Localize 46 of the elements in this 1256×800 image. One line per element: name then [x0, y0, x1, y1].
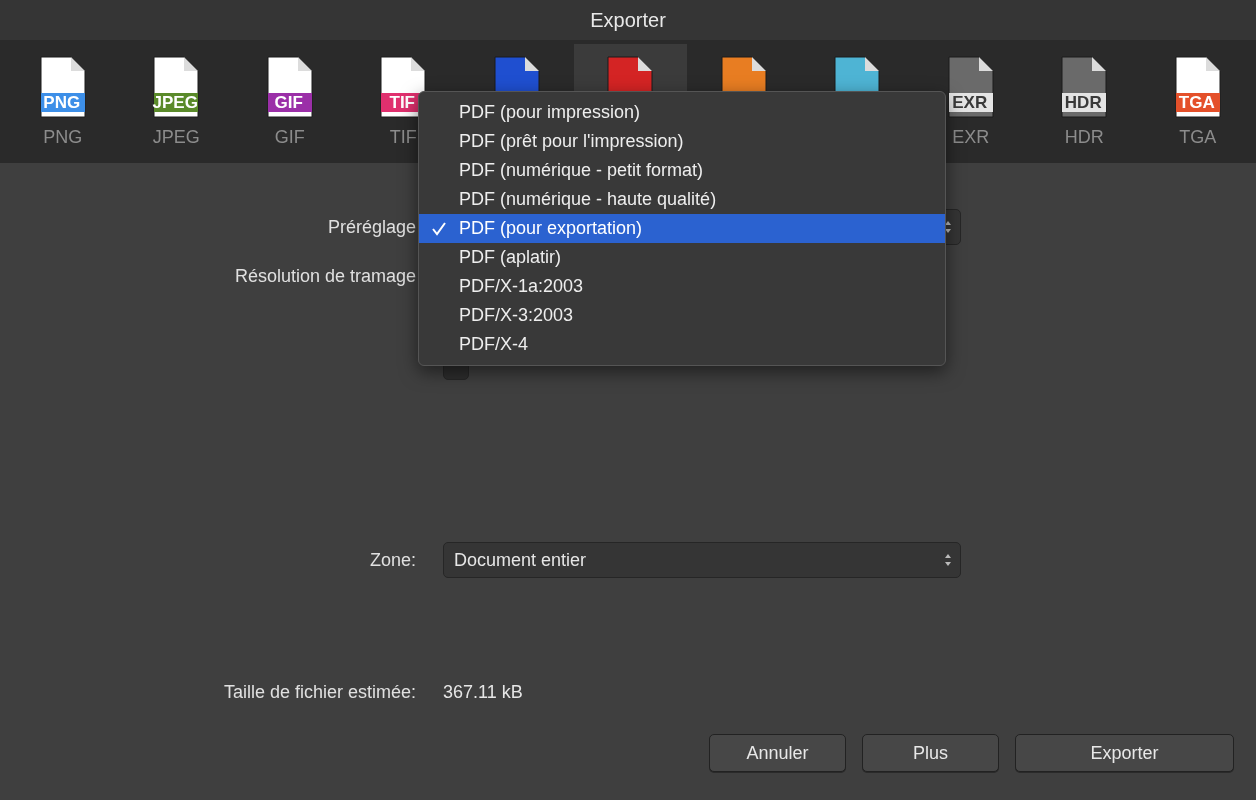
file-type-label: EXR — [951, 93, 989, 112]
file-icon[interactable] — [37, 55, 88, 119]
file-icon[interactable] — [1172, 55, 1223, 119]
zone-label: Zone: — [368, 549, 416, 571]
file-icon[interactable] — [605, 55, 656, 91]
dialog-button[interactable]: Plus — [862, 734, 999, 772]
menu-item[interactable]: PDF (pour impression) — [419, 98, 945, 127]
menu-item[interactable]: PDF/X-3:2003 — [419, 301, 945, 330]
file-icon[interactable] — [945, 55, 996, 119]
file-icon[interactable] — [718, 55, 769, 91]
file-type-label: TGA — [1177, 93, 1216, 112]
dialog-button[interactable]: Exporter — [1015, 734, 1234, 772]
stepper-icon — [944, 553, 952, 567]
file-type-label: TIF — [388, 93, 416, 112]
file-icon[interactable] — [264, 55, 315, 119]
menu-item[interactable]: PDF (numérique - haute qualité) — [419, 185, 945, 214]
file-type-label: GIF — [273, 93, 304, 112]
menu-item[interactable]: PDF/X-4 — [419, 330, 945, 359]
format-label[interactable]: JPEG — [152, 127, 200, 148]
file-icon[interactable] — [151, 55, 202, 119]
format-label[interactable]: TIF — [389, 127, 417, 148]
menu-item[interactable]: PDF (numérique - petit format) — [419, 156, 945, 185]
format-label[interactable]: TGA — [1179, 127, 1217, 148]
menu-item[interactable]: PDF (prêt pour l'impression) — [419, 127, 945, 156]
file-icon[interactable] — [491, 55, 542, 91]
rasterize-label: Résolution de tramage — [233, 265, 416, 287]
menu-item[interactable]: PDF (aplatir) — [419, 243, 945, 272]
dialog-button[interactable]: Annuler — [709, 734, 846, 772]
file-icon[interactable] — [832, 55, 883, 91]
window-title: Exporter — [590, 8, 666, 32]
format-label[interactable]: PNG — [43, 127, 83, 148]
menu-item[interactable]: PDF/X-1a:2003 — [419, 272, 945, 301]
menu-item[interactable]: PDF (pour exportation) — [419, 214, 945, 243]
file-icon[interactable] — [1059, 55, 1110, 119]
file-icon[interactable] — [378, 55, 429, 119]
file-size-label: Taille de fichier estimée: — [222, 681, 416, 703]
checkmark-icon — [432, 221, 446, 236]
format-label[interactable]: HDR — [1064, 127, 1104, 148]
file-type-label: JPEG — [154, 93, 197, 112]
format-label[interactable]: GIF — [274, 127, 305, 148]
file-type-label: HDR — [1063, 93, 1103, 112]
preset-label: Préréglage — [326, 216, 416, 238]
file-size-value: 367.11 kB — [443, 681, 524, 703]
zone-dropdown[interactable]: Document entier — [443, 542, 961, 578]
file-type-label: PNG — [42, 93, 82, 112]
format-label[interactable]: EXR — [952, 127, 990, 148]
